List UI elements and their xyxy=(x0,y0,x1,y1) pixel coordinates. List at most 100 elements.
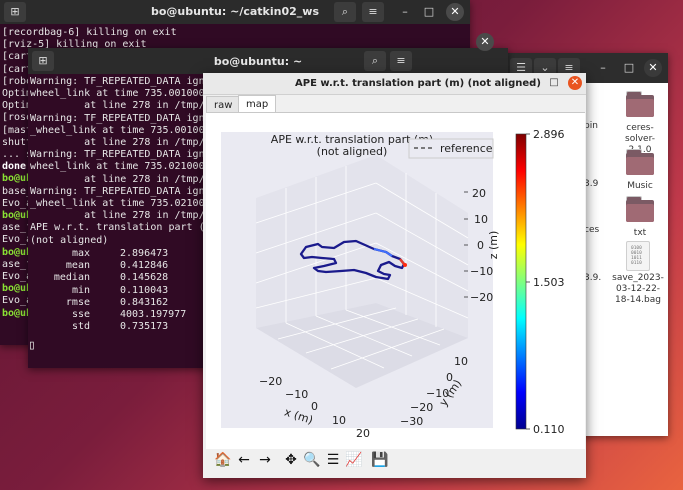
new-tab-icon[interactable]: ⊞ xyxy=(32,51,54,71)
folder-ceres-solver[interactable]: ceres- solver-2.1.0 xyxy=(614,91,666,156)
folder-music[interactable]: Music xyxy=(614,149,666,192)
file-label: save_2023- xyxy=(612,273,664,283)
partial-label: 3.9. xyxy=(584,273,602,283)
stat-label: min xyxy=(71,284,90,296)
z-tick: −10 xyxy=(470,265,493,278)
folder-txt[interactable]: txt xyxy=(614,196,666,239)
stat-row: mean 0.412846 xyxy=(30,260,186,272)
stat-value: 0.145628 xyxy=(120,272,169,284)
colorbar-mid-label: 1.503 xyxy=(533,276,565,289)
stat-row: std 0.735173 xyxy=(30,321,186,333)
plot-window: APE w.r.t. translation part (m) (not ali… xyxy=(203,73,586,478)
terminal-line: Warning: TF_REPEATED_DATA igno xyxy=(30,112,211,124)
back-icon[interactable]: ← xyxy=(235,451,253,469)
close-icon[interactable]: ✕ xyxy=(644,59,662,77)
pan-icon[interactable]: ✥ xyxy=(282,451,300,469)
file-label-line3: 18-14.bag xyxy=(615,295,661,305)
configure-subplots-icon[interactable]: ☰ xyxy=(324,451,342,469)
partial-label: pin xyxy=(584,121,598,131)
plot-canvas[interactable]: 20 10 0 −10 −20 z (m) −20 −10 0 10 20 x … xyxy=(206,112,585,449)
stat-row: sse 4003.197977 xyxy=(30,309,186,321)
terminal-line: _wheel_link at time 735.001000 xyxy=(30,124,211,136)
terminal-header: ⊞ bo@ubuntu: ~/catkin02_ws ⌕ ≡ – □ ✕ xyxy=(0,0,470,24)
legend-label: reference xyxy=(440,142,493,155)
x-tick: −20 xyxy=(259,375,282,388)
maximize-icon[interactable]: □ xyxy=(620,59,638,77)
terminal-line: at line 278 in /tmp/b xyxy=(30,173,211,185)
y-tick: −20 xyxy=(410,401,433,414)
menu-icon[interactable]: ≡ xyxy=(390,51,412,71)
terminal-line: at line 278 in /tmp/b xyxy=(30,100,211,112)
colorbar xyxy=(515,133,527,430)
stat-label: sse xyxy=(71,309,90,321)
z-tick: 0 xyxy=(477,239,484,252)
folder-icon xyxy=(626,149,654,175)
x-tick: 0 xyxy=(311,400,318,413)
minimize-icon[interactable]: – xyxy=(396,3,414,21)
search-icon[interactable]: ⌕ xyxy=(364,51,386,71)
stat-row: min 0.110043 xyxy=(30,285,186,297)
close-icon[interactable]: ✕ xyxy=(568,76,582,90)
terminal-line: (not aligned) xyxy=(30,234,109,246)
z-tick: −20 xyxy=(470,291,493,304)
file-label-line2: 03-12-22- xyxy=(615,284,661,294)
stat-value: 0.412846 xyxy=(120,260,169,272)
bag-file-icon: 0100 0010 1011 0110 xyxy=(626,241,650,271)
y-tick: −30 xyxy=(400,415,423,428)
stat-label: mean xyxy=(65,260,90,272)
menu-icon[interactable]: ≡ xyxy=(362,2,384,22)
forward-icon[interactable]: → xyxy=(256,451,274,469)
ape-3d-plot: 20 10 0 −10 −20 z (m) −20 −10 0 10 20 x … xyxy=(221,128,565,440)
new-tab-icon[interactable]: ⊞ xyxy=(4,2,26,22)
tab-raw[interactable]: raw xyxy=(206,96,241,113)
y-tick: 10 xyxy=(454,355,468,368)
stat-value: 0.110043 xyxy=(120,284,169,296)
folder-icon xyxy=(626,196,654,222)
home-icon[interactable]: 🏠 xyxy=(214,451,232,469)
file-save-bag[interactable]: 0100 0010 1011 0110 save_2023- 03-12-22-… xyxy=(606,241,670,306)
search-icon[interactable]: ⌕ xyxy=(334,2,356,22)
terminal-header: ⊞ bo@ubuntu: ~ ⌕ ≡ ✕ xyxy=(28,33,508,74)
folder-label: txt xyxy=(633,228,647,238)
stat-value: 2.896473 xyxy=(120,248,169,259)
stat-label: rmse xyxy=(65,296,90,308)
zoom-icon[interactable]: 🔍 xyxy=(303,451,321,469)
ape-stats: max 2.896473 mean 0.412846 median 0.145628 min… xyxy=(30,248,186,333)
colorbar-min-label: 0.110 xyxy=(533,423,565,436)
maximize-icon[interactable]: □ xyxy=(420,3,438,21)
close-icon[interactable]: ✕ xyxy=(446,3,464,21)
save-icon[interactable]: 💾 xyxy=(371,451,389,469)
terminal-cursor: ▯ xyxy=(28,338,36,353)
folder-icon xyxy=(626,91,654,117)
stat-value: 0.735173 xyxy=(120,321,169,333)
stat-label: max xyxy=(71,248,90,259)
z-tick: 10 xyxy=(474,213,488,226)
terminal-line: _wheel_link at time 735.021000 xyxy=(30,198,211,210)
stat-row: max 2.896473 xyxy=(30,248,186,260)
folder-label: ceres- xyxy=(626,123,654,133)
terminal-output: Warning: TF_REPEATED_DATA igno wheel_link… xyxy=(30,76,211,247)
edit-axis-icon[interactable]: 📈 xyxy=(345,451,363,469)
terminal-line: Warning: TF_REPEATED_DATA igno xyxy=(30,76,211,87)
minimize-icon[interactable]: – xyxy=(594,59,612,77)
partial-label: 3.9 xyxy=(584,179,599,189)
close-icon[interactable]: ✕ xyxy=(476,33,494,51)
legend: reference xyxy=(408,138,494,159)
stat-row: median 0.145628 xyxy=(30,272,186,284)
minimize-icon[interactable]: – xyxy=(525,77,539,88)
maximize-icon[interactable]: □ xyxy=(547,77,561,88)
terminal-line: [recordbag-6] killing on exit xyxy=(2,27,177,38)
terminal-line: at line 278 in /tmp/b xyxy=(30,137,211,149)
plot-window-title: APE w.r.t. translation part (m) (not ali… xyxy=(295,78,541,89)
terminal-title: bo@ubuntu: ~ xyxy=(213,55,303,68)
partial-label: ces xyxy=(584,225,600,235)
terminal-line: wheel_link at time 735.021000 xyxy=(30,161,205,173)
stat-label: std xyxy=(71,321,90,333)
colorbar-max-label: 2.896 xyxy=(533,128,565,141)
z-axis-label: z (m) xyxy=(487,231,500,260)
stat-row: rmse 0.843162 xyxy=(30,297,186,309)
x-tick: −10 xyxy=(285,388,308,401)
tab-map[interactable]: map xyxy=(238,95,277,113)
x-tick: 10 xyxy=(332,414,346,427)
z-tick: 20 xyxy=(472,187,486,200)
